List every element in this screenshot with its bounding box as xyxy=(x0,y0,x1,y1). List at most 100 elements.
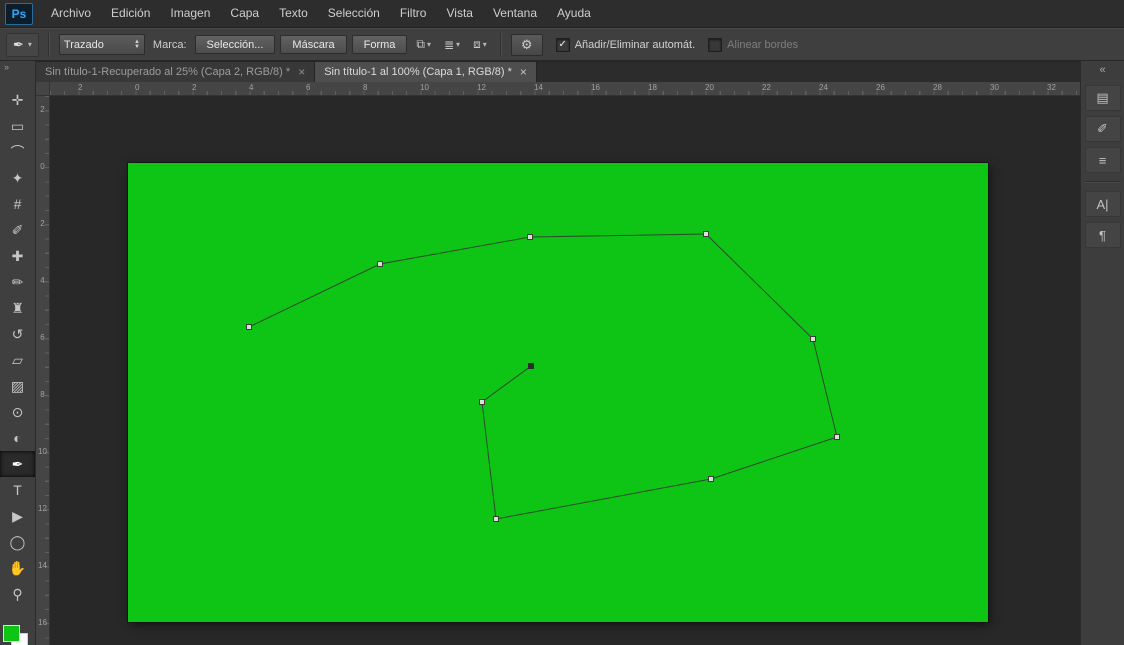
align-edges-checkbox[interactable] xyxy=(708,37,723,52)
menu-filtro[interactable]: Filtro xyxy=(390,6,437,20)
properties-panel-button[interactable]: ≡ xyxy=(1084,147,1121,173)
path-anchor-5[interactable] xyxy=(810,336,816,342)
crop-tool[interactable]: # xyxy=(0,191,35,217)
menu-vista[interactable]: Vista xyxy=(436,6,482,20)
gear-settings-button[interactable]: ⚙ xyxy=(510,33,543,56)
type-tool[interactable]: T xyxy=(0,477,35,503)
pen-tool-icon: ✒ xyxy=(11,455,24,472)
ruler-number: 16 xyxy=(38,618,47,627)
menu-ayuda[interactable]: Ayuda xyxy=(547,6,601,20)
path-anchor-10[interactable] xyxy=(528,363,534,369)
menu-imagen[interactable]: Imagen xyxy=(160,6,220,20)
canvas-viewport[interactable] xyxy=(50,96,1080,645)
menu-ventana[interactable]: Ventana xyxy=(483,6,547,20)
tool-preset-picker[interactable]: ✒ ▾ xyxy=(6,32,39,57)
ellipse-tool[interactable]: ◯ xyxy=(0,529,35,555)
ruler-number: 4 xyxy=(40,276,45,285)
menu-texto[interactable]: Texto xyxy=(269,6,318,20)
character-panel-icon: A| xyxy=(1096,196,1109,212)
eyedropper-tool[interactable]: ✐ xyxy=(0,217,35,243)
dodge-tool[interactable]: ◐ xyxy=(0,425,35,451)
document-tab-2[interactable]: Sin título-1 al 100% (Capa 1, RGB/8) * × xyxy=(315,62,537,82)
path-arrange-dropdown[interactable]: ⧈ ▾ xyxy=(469,35,491,55)
gradient-tool[interactable]: ▨ xyxy=(0,373,35,399)
paragraph-panel-icon: ¶ xyxy=(1099,227,1106,243)
ruler-number: 8 xyxy=(363,83,368,92)
path-anchor-9[interactable] xyxy=(479,399,485,405)
vertical-ruler[interactable]: 2 0 2 4 6 8 10 12 14 16 xyxy=(36,96,50,645)
path-selection-tool[interactable]: ▶ xyxy=(0,503,35,529)
gradient-tool-icon: ▨ xyxy=(10,377,25,394)
brush-tool[interactable]: ✏ xyxy=(0,269,35,295)
histogram-panel-button[interactable]: ▤ xyxy=(1084,85,1121,111)
dodge-tool-icon: ◐ xyxy=(13,430,22,446)
check-icon: ✓ xyxy=(558,38,567,50)
tab-close-icon[interactable]: × xyxy=(298,65,305,79)
path-alignment-dropdown[interactable]: ≣ ▾ xyxy=(440,35,464,55)
clone-stamp-tool[interactable]: ♜ xyxy=(0,295,35,321)
type-tool-icon: T xyxy=(13,482,22,498)
paragraph-panel-button[interactable]: ¶ xyxy=(1084,222,1121,248)
path-anchor-8[interactable] xyxy=(493,516,499,522)
magic-wand-tool-icon: ✦ xyxy=(11,169,24,186)
eyedropper-tool-icon: ✐ xyxy=(11,221,24,238)
forma-button[interactable]: Forma xyxy=(351,35,408,54)
tab-close-icon[interactable]: × xyxy=(520,65,527,79)
eraser-tool[interactable]: ▱ xyxy=(0,347,35,373)
clone-stamp-tool-icon: ♜ xyxy=(11,299,24,316)
magic-wand-tool[interactable]: ✦ xyxy=(0,165,35,191)
horizontal-ruler[interactable]: 2 0 2 4 6 8 10 12 14 16 18 20 22 24 26 28 30 32 xyxy=(50,82,1080,96)
document-tab-bar: Sin título-1-Recuperado al 25% (Capa 2, … xyxy=(36,61,1080,82)
ruler-number: 14 xyxy=(534,83,543,92)
panels-expand-icon[interactable]: « xyxy=(1081,61,1124,79)
separator xyxy=(499,32,502,57)
ruler-number: 8 xyxy=(40,390,45,399)
seleccion-button[interactable]: Selección... xyxy=(194,35,276,54)
path-segments xyxy=(248,233,838,520)
mascara-button[interactable]: Máscara xyxy=(280,35,347,54)
auto-add-delete-checkbox[interactable]: ✓ xyxy=(555,37,570,52)
healing-brush-tool[interactable]: ✚ xyxy=(0,243,35,269)
panel-icon-strip: « ▤ ✐ ≡ A| ¶ xyxy=(1080,61,1124,645)
move-tool[interactable]: ✛ xyxy=(0,87,35,113)
ruler-number: 2 xyxy=(192,83,197,92)
ruler-number: 20 xyxy=(705,83,714,92)
hand-tool[interactable]: ✋ xyxy=(0,555,35,581)
menu-edicion[interactable]: Edición xyxy=(101,6,160,20)
foreground-color-swatch[interactable] xyxy=(3,625,20,642)
tab-title: Sin título-1-Recuperado al 25% (Capa 2, … xyxy=(45,66,291,78)
ruler-number: 16 xyxy=(591,83,600,92)
path-anchor-7[interactable] xyxy=(708,476,714,482)
lasso-tool[interactable]: ⌒ xyxy=(0,139,35,165)
ruler-origin-corner[interactable] xyxy=(36,82,50,96)
history-brush-tool-icon: ↺ xyxy=(11,325,24,342)
history-brush-tool[interactable]: ↺ xyxy=(0,321,35,347)
character-panel-button[interactable]: A| xyxy=(1084,191,1121,217)
menu-capa[interactable]: Capa xyxy=(220,6,269,20)
path-anchor-3[interactable] xyxy=(527,234,533,240)
ruler-number: 6 xyxy=(40,333,45,342)
canvas[interactable] xyxy=(128,163,988,622)
pen-path[interactable] xyxy=(128,163,988,622)
panel-icons: ▤ ✐ ≡ A| ¶ xyxy=(1081,79,1124,248)
rectangular-marquee-tool[interactable]: ▭ xyxy=(0,113,35,139)
document-tab-1[interactable]: Sin título-1-Recuperado al 25% (Capa 2, … xyxy=(36,62,316,82)
menu-archivo[interactable]: Archivo xyxy=(41,6,101,20)
tools-collapse-icon[interactable]: » xyxy=(0,61,35,74)
path-operations-dropdown[interactable]: ⧉ ▾ xyxy=(412,35,435,55)
pick-tool-mode-select[interactable]: Trazado ▲ ▼ xyxy=(58,34,145,55)
ruler-number: 30 xyxy=(990,83,999,92)
eraser-tool-icon: ▱ xyxy=(12,351,23,368)
tool-presets-panel-button[interactable]: ✐ xyxy=(1084,116,1121,142)
pen-tool[interactable]: ✒ xyxy=(0,451,35,477)
ruler-number: 2 xyxy=(78,83,83,92)
path-anchor-6[interactable] xyxy=(834,434,840,440)
path-anchor-1[interactable] xyxy=(246,324,252,330)
photoshop-window: Ps Archivo Edición Imagen Capa Texto Selecció… xyxy=(0,0,1124,645)
menu-bar: Ps Archivo Edición Imagen Capa Texto Selecció… xyxy=(0,0,1124,28)
blur-tool[interactable]: ⊙ xyxy=(0,399,35,425)
path-anchor-2[interactable] xyxy=(377,261,383,267)
menu-seleccion[interactable]: Selección xyxy=(318,6,390,20)
path-anchor-4[interactable] xyxy=(703,231,709,237)
zoom-tool[interactable]: ⚲ xyxy=(0,581,35,607)
